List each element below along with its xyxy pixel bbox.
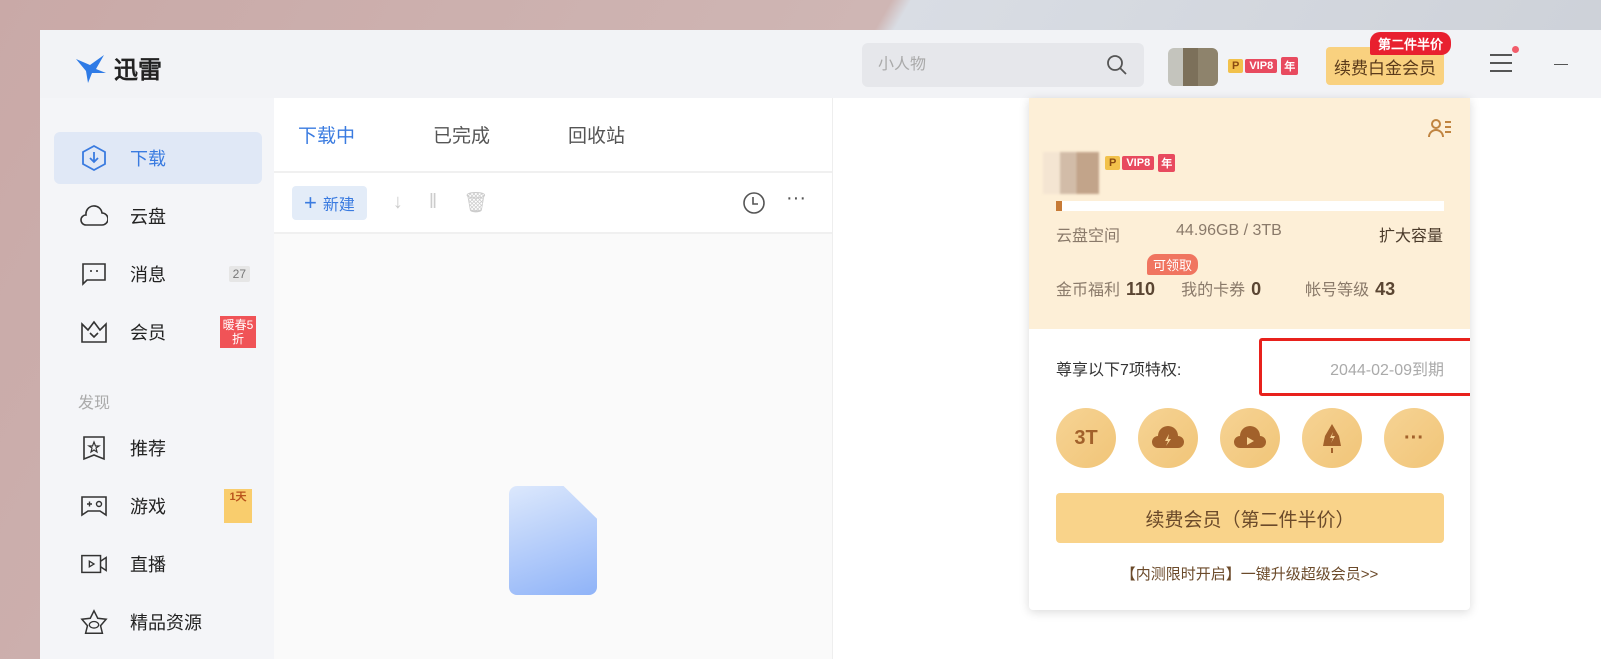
more-privileges-icon[interactable]: ··· [1384, 408, 1444, 468]
renew-membership-button[interactable]: 续费会员（第二件半价） [1056, 493, 1444, 543]
vip-year: 年 [1158, 154, 1176, 172]
notification-dot [1512, 46, 1519, 53]
coins-label[interactable]: 金币福利 [1056, 276, 1120, 300]
storage-progress-fill [1056, 201, 1062, 211]
promo-badge: 第二件半价 [1370, 32, 1452, 55]
rocket-icon[interactable] [1302, 408, 1362, 468]
history-clock-icon[interactable] [742, 191, 766, 220]
sidebar-item-cloud[interactable]: 云盘 [54, 190, 262, 242]
popup-vip-badge: P VIP8 年 [1105, 154, 1176, 172]
sidebar-item-label: 游戏 [130, 497, 166, 517]
app-window: 迅雷 PVIP8年 续费白金会员 第二件半价 下载 云盘 消息 27 会员 暖春… [40, 30, 1601, 659]
sidebar-item-download[interactable]: 下载 [54, 132, 262, 184]
profile-list-icon[interactable] [1428, 118, 1452, 138]
avatar[interactable] [1168, 48, 1218, 86]
coupons-value: 0 [1251, 279, 1262, 299]
storage-progress-bar [1056, 201, 1444, 211]
vip-popup: P VIP8 年 云盘空间 44.96GB / 3TB 扩大容量 可领取 金币福利 1… [1029, 98, 1470, 610]
vip-card: P VIP8 年 云盘空间 44.96GB / 3TB 扩大容量 可领取 金币福利 1… [1029, 98, 1470, 329]
crown-icon [80, 318, 108, 346]
privileges-label: 尊享以下7项特权: [1056, 362, 1182, 379]
trash-icon[interactable]: 🗑 [463, 190, 488, 215]
app-title: 迅雷 [114, 57, 162, 84]
coupons-label[interactable]: 我的卡券 [1181, 276, 1245, 300]
video-camera-icon [80, 550, 108, 578]
bird-logo-icon [76, 54, 106, 83]
message-count-badge: 27 [228, 266, 250, 282]
menu-icon[interactable] [1490, 54, 1512, 72]
upgrade-super-member-link[interactable]: 【内测限时开启】一键升级超级会员>> [1029, 563, 1470, 584]
level-value: 43 [1375, 279, 1396, 299]
promo-badge-spring: 暖春5折 [220, 316, 256, 348]
vip-badge: P VIP8 年 [1228, 57, 1299, 75]
vip-p: P [1105, 156, 1121, 170]
tab-completed[interactable]: 已完成 [433, 121, 490, 148]
new-task-label: 新建 [322, 196, 355, 214]
download-pane: 下载中 已完成 回收站 + 新建 ↓ ‖ 🗑 ··· [274, 98, 833, 659]
sidebar-item-label: 会员 [130, 323, 166, 343]
vip-p: P [1228, 59, 1244, 73]
app-logo: 迅雷 [74, 50, 162, 85]
search-box[interactable] [862, 43, 1144, 87]
stats-row: 金币福利 110 我的卡券 0 帐号等级 43 [1056, 276, 1443, 300]
storage-3t-icon[interactable]: 3T [1056, 408, 1116, 468]
plus-icon: + [304, 189, 317, 215]
sidebar-item-label: 云盘 [130, 207, 166, 227]
highlight-box [1259, 338, 1470, 396]
sidebar-item-messages[interactable]: 消息 27 [54, 248, 262, 300]
message-icon [80, 260, 108, 288]
level-label[interactable]: 帐号等级 [1305, 276, 1369, 300]
gamepad-icon [80, 492, 108, 520]
minimize-button[interactable] [1554, 64, 1568, 65]
storage-row: 云盘空间 44.96GB / 3TB 扩大容量 [1056, 222, 1443, 246]
new-task-button[interactable]: + 新建 [292, 185, 367, 220]
coins-value: 110 [1126, 279, 1156, 299]
download-arrow-icon[interactable]: ↓ [393, 191, 403, 214]
claim-badge[interactable]: 可领取 [1147, 254, 1199, 275]
title-bar: 迅雷 PVIP8年 续费白金会员 第二件半价 [40, 30, 1601, 98]
cloud-play-icon[interactable] [1220, 408, 1280, 468]
search-icon[interactable] [1106, 54, 1128, 76]
promo-badge-1day: 1天 [224, 489, 252, 523]
more-icon[interactable]: ··· [786, 187, 806, 210]
sidebar: 下载 云盘 消息 27 会员 暖春5折 发现 推荐 游戏 1天 直播 精品资源 [40, 98, 274, 659]
sidebar-item-label: 精品资源 [130, 613, 202, 633]
tab-recycle-bin[interactable]: 回收站 [568, 121, 625, 148]
vip-year: 年 [1281, 57, 1299, 75]
star-outline-icon [80, 608, 108, 636]
popup-avatar[interactable] [1043, 152, 1099, 194]
sidebar-item-live[interactable]: 直播 [54, 538, 262, 590]
sidebar-item-label: 推荐 [130, 439, 166, 459]
star-bookmark-icon [80, 434, 108, 462]
section-discover: 发现 [78, 395, 111, 412]
tab-downloading[interactable]: 下载中 [298, 121, 355, 148]
sidebar-item-premium-resources[interactable]: 精品资源 [54, 596, 262, 648]
sidebar-item-membership[interactable]: 会员 暖春5折 [54, 306, 262, 358]
pause-icon[interactable]: ‖ [429, 191, 437, 214]
storage-value: 44.96GB / 3TB [1176, 222, 1282, 239]
download-toolbar: + 新建 ↓ ‖ 🗑 ··· [274, 173, 832, 234]
privilege-icons: 3T ··· [1056, 408, 1444, 468]
empty-state-file-icon [509, 486, 597, 595]
search-input[interactable] [878, 56, 1106, 74]
sidebar-item-label: 直播 [130, 555, 166, 575]
download-tabs: 下载中 已完成 回收站 [274, 98, 832, 173]
vip-level: VIP8 [1122, 156, 1155, 170]
expand-storage-link[interactable]: 扩大容量 [1379, 222, 1443, 246]
cloud-bolt-icon[interactable] [1138, 408, 1198, 468]
sidebar-item-recommend[interactable]: 推荐 [54, 422, 262, 474]
cloud-icon [80, 202, 108, 230]
sidebar-item-label: 下载 [130, 149, 166, 169]
vip-level: VIP8 [1245, 59, 1278, 73]
sidebar-item-games[interactable]: 游戏 1天 [54, 480, 262, 532]
download-icon [80, 144, 108, 172]
storage-label: 云盘空间 [1056, 228, 1121, 245]
sidebar-item-label: 消息 [130, 265, 166, 285]
